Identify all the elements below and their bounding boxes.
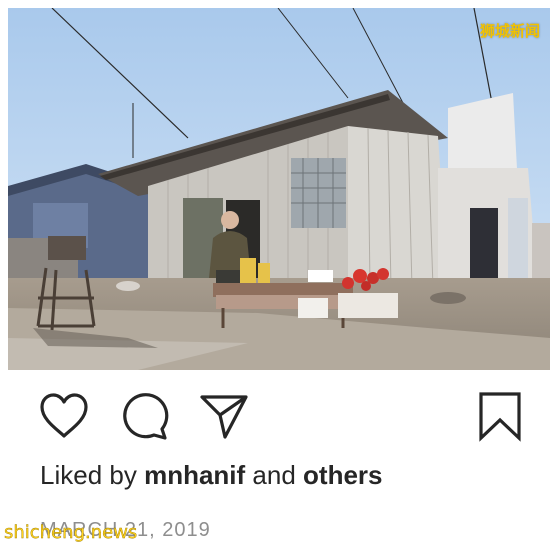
post-photo[interactable]: 狮城新闻 [8,8,550,370]
watermark-top: 狮城新闻 [479,22,540,40]
like-button[interactable] [36,388,92,444]
comment-icon [123,393,169,440]
save-button[interactable] [472,388,528,444]
share-button[interactable] [196,388,252,444]
likes-summary: Liked by mnhanif and others [40,460,383,491]
heart-icon [40,393,88,438]
likes-prefix: Liked by [40,460,137,490]
post-action-bar [0,388,550,448]
paper-plane-icon [200,395,248,439]
watermark-bottom: shicheng.news [4,522,138,543]
likes-others-link[interactable]: others [303,460,382,490]
likes-conjunction: and [252,460,296,490]
comment-button[interactable] [116,388,172,444]
bookmark-icon [479,392,521,442]
liked-by-user-link[interactable]: mnhanif [144,460,245,490]
